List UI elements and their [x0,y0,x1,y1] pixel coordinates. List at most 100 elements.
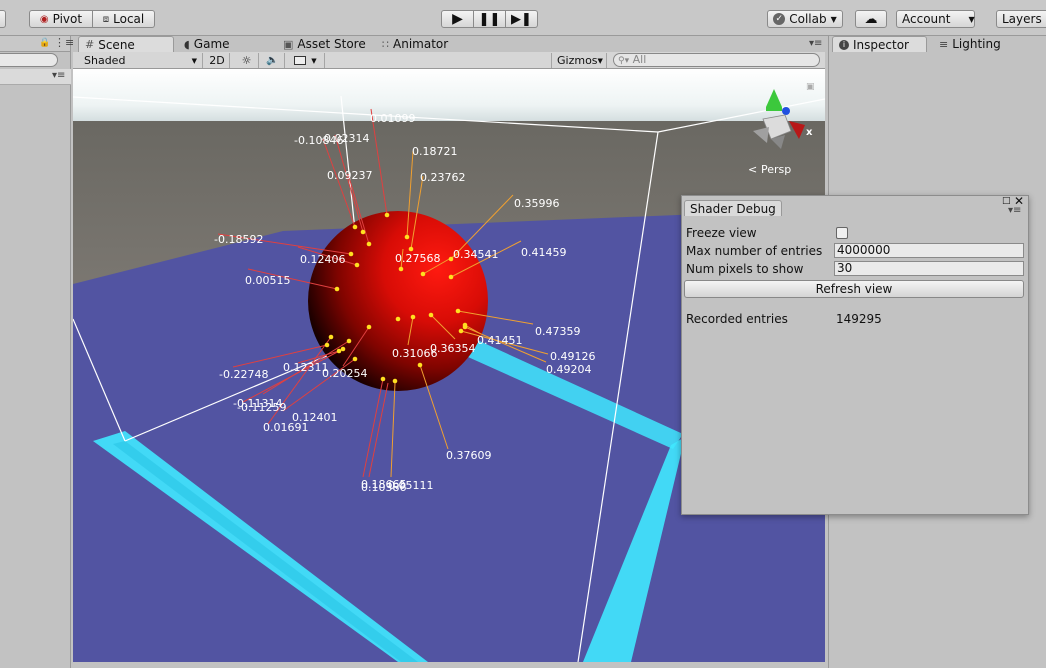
menu-icon[interactable]: ▾≡ [809,38,822,49]
debug-value-label: -0.02314 [320,132,369,145]
recorded-entries-label: Recorded entries [686,312,788,326]
tab-lighting-label: Lighting [952,37,1001,51]
layers-label: Layers [1002,12,1042,26]
play-icon: ▶ [452,11,463,27]
freeze-view-checkbox[interactable] [836,227,848,239]
pacman-icon: ◖ [184,37,190,51]
pivot-label: Pivot [52,12,83,26]
tab-scene-label: Scene [98,37,135,52]
search-placeholder: All [632,53,647,66]
max-entries-field[interactable]: 4000000 [834,243,1024,258]
debug-value-label: 0.00515 [245,274,291,287]
debug-value-label: 0.18721 [412,145,458,158]
local-button[interactable]: ⧈ Local [93,10,155,28]
lighting-icon: ≡ [939,37,949,51]
play-button[interactable]: ▶ [441,10,474,28]
mode-2d-label: 2D [209,54,225,67]
grid-icon: # [85,38,95,51]
pivot-local-group: ◉ Pivot ⧈ Local [29,10,155,28]
menu-icon[interactable]: ⋮≡ [54,36,74,49]
layers-button[interactable]: Layers [996,10,1046,28]
debug-value-label: 0.34541 [453,248,499,261]
hierarchy-header: 🔒 ⋮≡ [0,36,74,52]
lock-icon[interactable]: 🔒 [39,38,50,48]
pause-button[interactable]: ❚❚ [474,10,506,28]
audio-toggle[interactable]: 🔈 [261,53,285,68]
step-icon: ▶❚ [511,11,532,27]
debug-value-label: 0.41459 [521,246,567,259]
gizmos-label: Gizmos [557,54,598,67]
speaker-icon: 🔈 [266,55,279,66]
scene-search-input[interactable]: ⚲▾ All [613,53,820,67]
debug-value-label: 0.41451 [477,334,523,347]
tab-asset-store[interactable]: ▣ Asset Store [277,36,372,52]
hierarchy-search-input[interactable] [0,53,58,67]
mode-2d-toggle[interactable]: 2D [205,53,230,68]
num-pixels-field[interactable]: 30 [834,261,1024,276]
debug-value-label: 0.23762 [420,171,466,184]
refresh-view-button[interactable]: Refresh view [684,280,1024,298]
hand-tool-button[interactable] [0,10,6,28]
debug-value-label: 0.49204 [546,363,592,376]
max-entries-label: Max number of entries [686,244,823,258]
cloud-button[interactable]: ☁ [855,10,887,28]
info-icon: i [839,39,849,50]
collab-button[interactable]: ✓ Collab ▼ [767,10,843,28]
persp-label[interactable]: Persp [761,163,791,176]
lighting-toggle[interactable]: ☼ [235,53,259,68]
scene-tab-bar: # Scene ◖ Game ▣ Asset Store ∷ Animator … [73,36,825,52]
menu-icon[interactable]: ▾≡ [52,70,65,81]
shader-debug-titlebar[interactable]: Shader Debug □ ✕ ▾≡ [682,194,1028,216]
pivot-button[interactable]: ◉ Pivot [29,10,93,28]
chevron-down-icon: ▼ [830,14,837,24]
chevron-down-icon: ▼ [311,56,317,65]
shading-mode-dropdown[interactable]: Shaded ▼ [79,53,203,68]
tab-lighting[interactable]: ≡ Lighting [933,36,1007,52]
debug-value-label: 0.27568 [395,252,441,265]
shading-mode-label: Shaded [84,54,126,67]
tab-animator[interactable]: ∷ Animator [376,36,454,52]
main-toolbar: ◉ Pivot ⧈ Local ▶ ❚❚ ▶❚ ✓ Collab ▼ ☁ Acc… [0,0,1046,36]
check-icon: ✓ [773,13,786,25]
tab-inspector[interactable]: i Inspector [832,36,927,52]
tab-scene[interactable]: # Scene [78,36,174,52]
gizmo-x-label: x [806,127,813,138]
gizmo-lock-icon[interactable]: ▣ [806,82,815,92]
step-button[interactable]: ▶❚ [506,10,538,28]
store-icon: ▣ [283,37,294,51]
shader-debug-tab[interactable]: Shader Debug [684,200,782,216]
search-icon: ⚲▾ [618,56,630,66]
playback-group: ▶ ❚❚ ▶❚ [441,10,538,28]
chevron-down-icon: ▼ [191,56,197,65]
debug-value-label: 0.09237 [327,169,373,182]
debug-value-label: -0.11259 [237,401,286,414]
debug-value-label: 0.36354 [430,342,476,355]
debug-value-label: 0.01691 [263,421,309,434]
tab-inspector-label: Inspector [853,37,909,52]
tab-game[interactable]: ◖ Game [178,36,236,52]
debug-value-label: 0.12406 [300,253,346,266]
effects-dropdown[interactable]: ▼ [287,53,325,68]
debug-value-label: 0.37609 [446,449,492,462]
tab-game-label: Game [193,37,230,51]
collab-label: Collab [789,12,827,26]
shader-debug-body: Freeze view Max number of entries 400000… [682,216,1028,514]
debug-value-label: 0.35996 [514,197,560,210]
gizmos-dropdown[interactable]: Gizmos ▼ [551,53,607,68]
account-label: Account [902,12,951,26]
tab-animator-label: Animator [393,37,449,51]
cloud-icon: ☁ [864,11,878,27]
hierarchy-row[interactable]: ▾≡ [0,69,71,85]
shader-debug-window: Shader Debug □ ✕ ▾≡ Freeze view Max numb… [681,194,1029,515]
debug-value-label: 0.20254 [322,367,368,380]
red-sphere[interactable] [308,211,488,391]
scene-control-bar: Shaded ▼ 2D ☼ 🔈 ▼ Gizmos ▼ ⚲▾ All [73,52,825,69]
debug-value-label: -0.22748 [219,368,268,381]
menu-icon[interactable]: ▾≡ [1008,205,1021,216]
account-button[interactable]: Account ▼ [896,10,975,28]
refresh-view-label: Refresh view [815,282,893,296]
tab-asset-store-label: Asset Store [297,37,366,51]
gizmo-z-axis[interactable] [782,107,790,115]
recorded-entries-value: 149295 [836,312,882,326]
chevron-down-icon: ▼ [597,56,603,65]
